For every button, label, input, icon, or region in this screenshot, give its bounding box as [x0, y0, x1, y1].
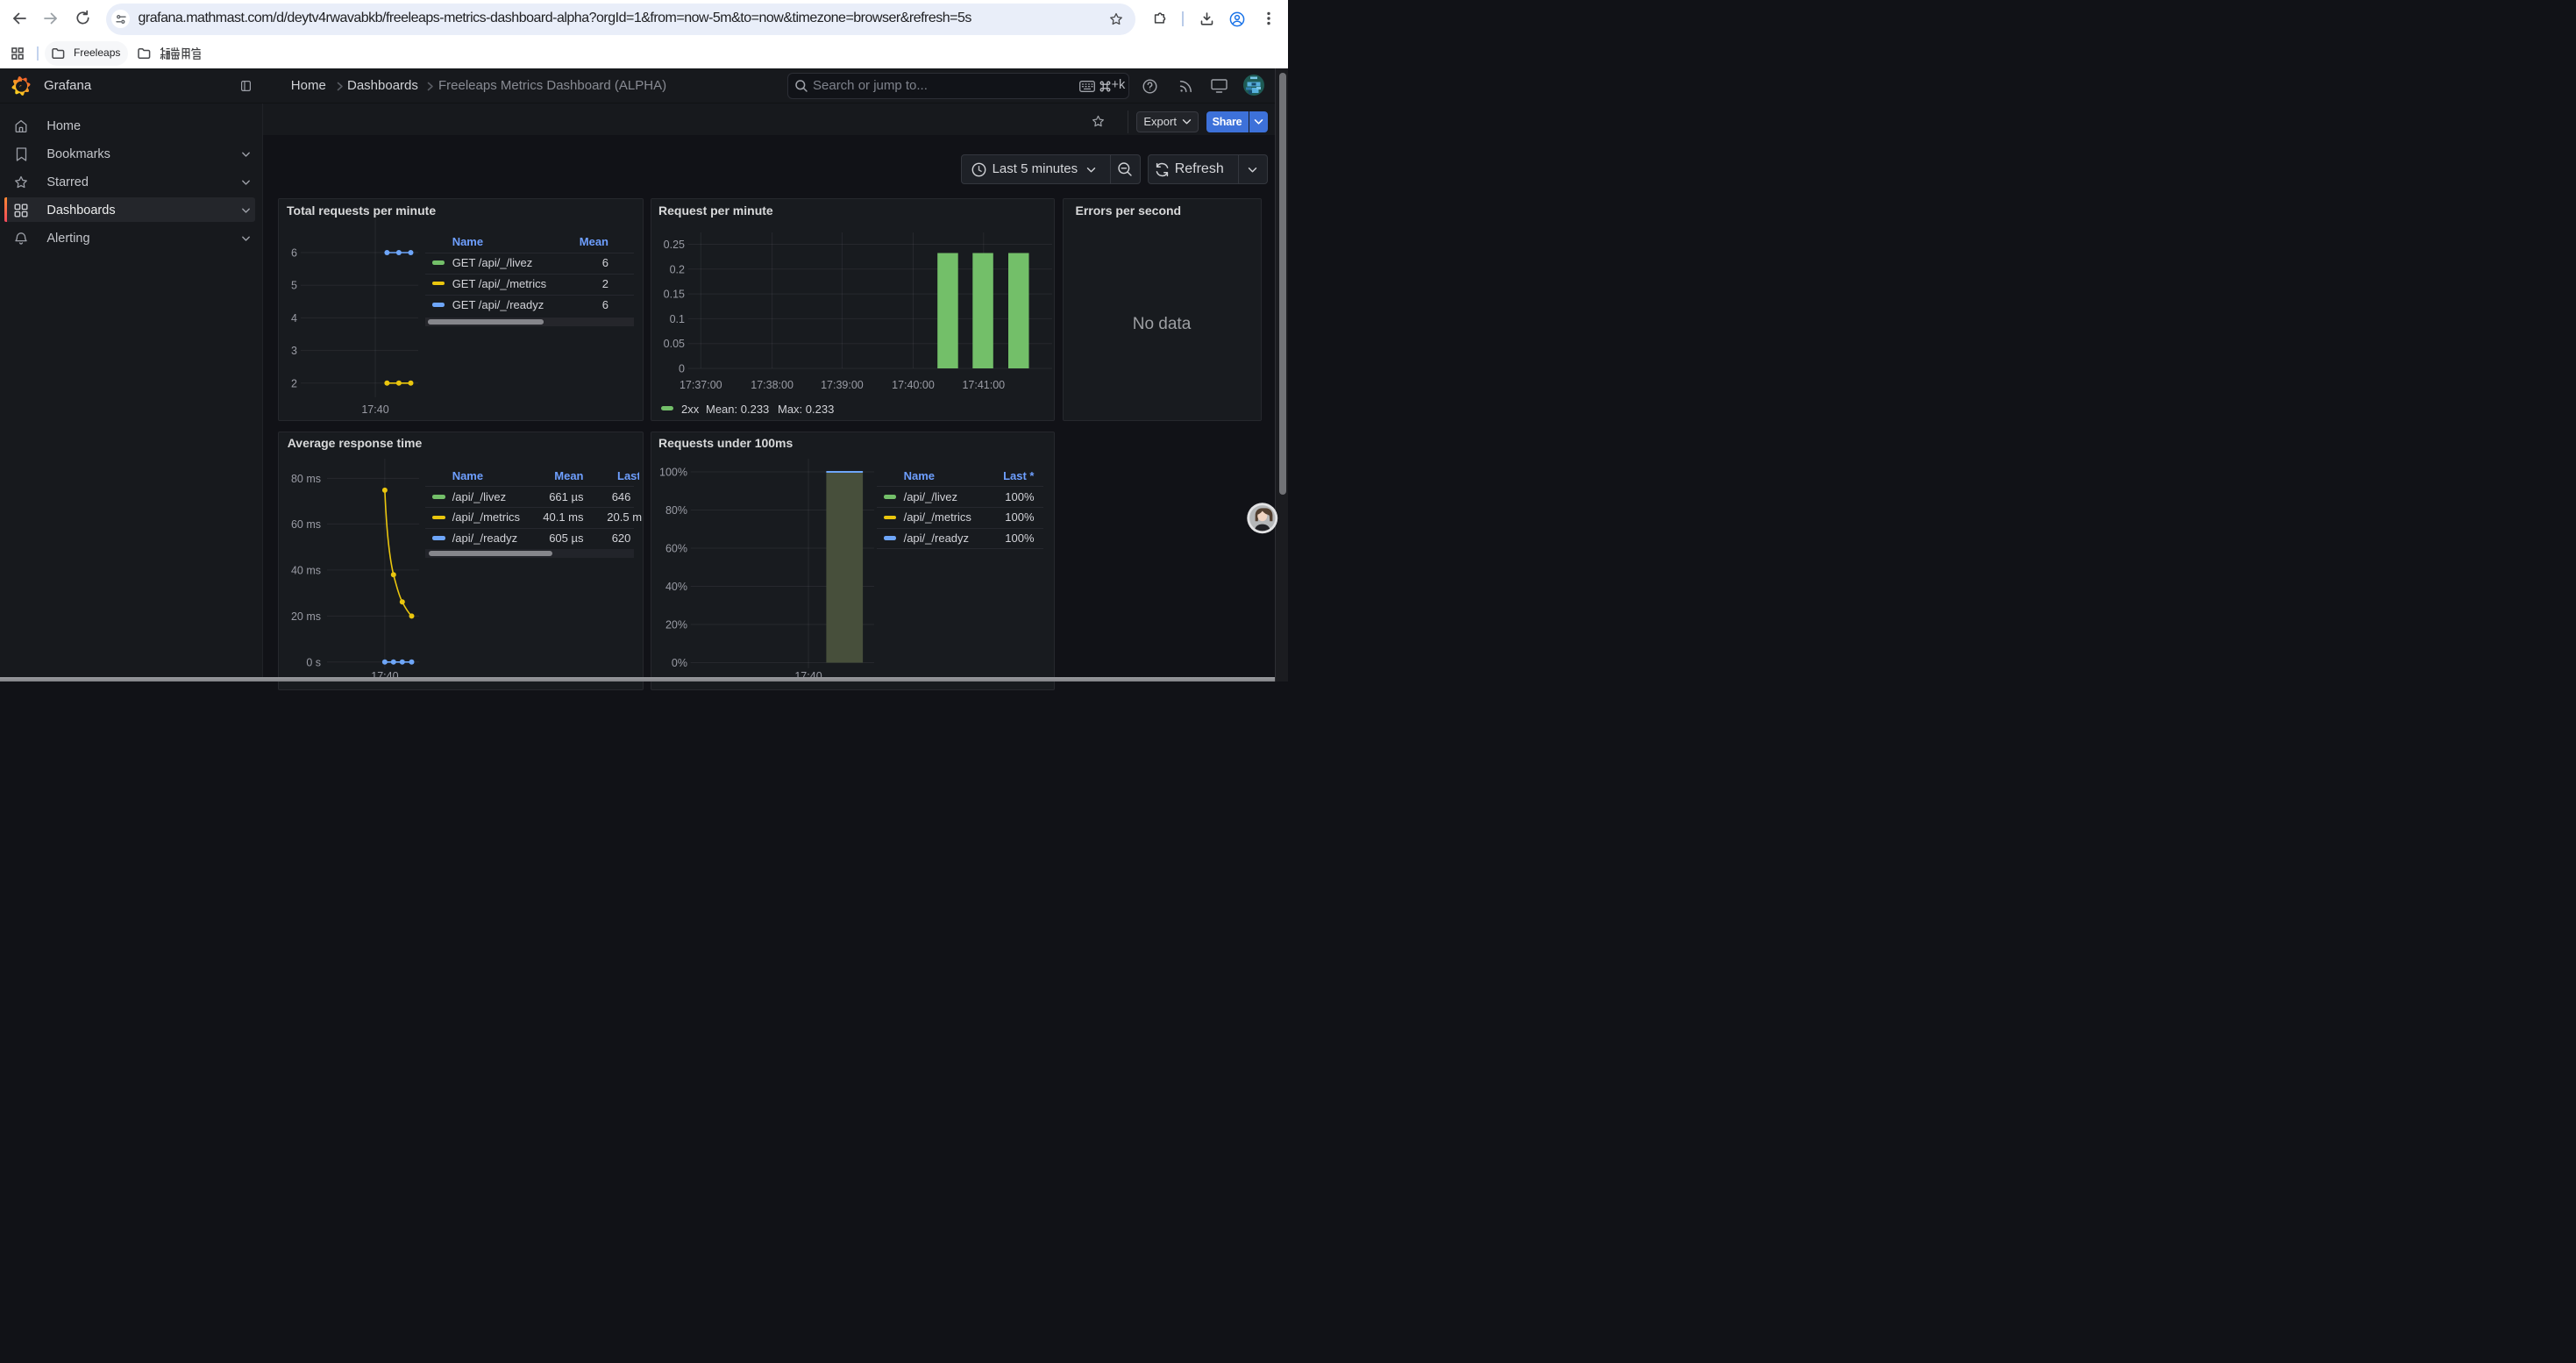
svg-text:0.05: 0.05 — [664, 338, 685, 350]
svg-text:40 ms: 40 ms — [291, 564, 321, 576]
svg-text:20%: 20% — [665, 619, 687, 632]
svg-text:0: 0 — [679, 363, 685, 375]
svg-text:20 ms: 20 ms — [291, 610, 321, 623]
svg-text:0 s: 0 s — [306, 656, 321, 668]
svg-text:60 ms: 60 ms — [291, 518, 321, 531]
svg-text:100%: 100% — [659, 467, 687, 479]
svg-text:17:39:00: 17:39:00 — [821, 379, 864, 391]
svg-text:3: 3 — [291, 345, 297, 357]
svg-text:40%: 40% — [665, 581, 687, 593]
svg-text:17:38:00: 17:38:00 — [751, 379, 793, 391]
svg-text:80%: 80% — [665, 504, 687, 517]
svg-text:60%: 60% — [665, 543, 687, 555]
svg-text:0.15: 0.15 — [664, 289, 685, 301]
svg-text:17:40: 17:40 — [361, 403, 388, 416]
svg-text:5: 5 — [291, 280, 297, 292]
svg-text:17:40:00: 17:40:00 — [892, 379, 935, 391]
svg-text:2: 2 — [291, 377, 297, 389]
svg-text:0%: 0% — [672, 657, 687, 669]
svg-text:80 ms: 80 ms — [291, 473, 321, 485]
svg-text:6: 6 — [291, 247, 297, 260]
svg-text:17:41:00: 17:41:00 — [962, 379, 1005, 391]
svg-text:4: 4 — [291, 312, 297, 325]
svg-text:17:37:00: 17:37:00 — [680, 379, 722, 391]
svg-text:0.2: 0.2 — [670, 263, 685, 275]
svg-text:0.1: 0.1 — [670, 313, 685, 325]
svg-text:0.25: 0.25 — [664, 239, 685, 251]
